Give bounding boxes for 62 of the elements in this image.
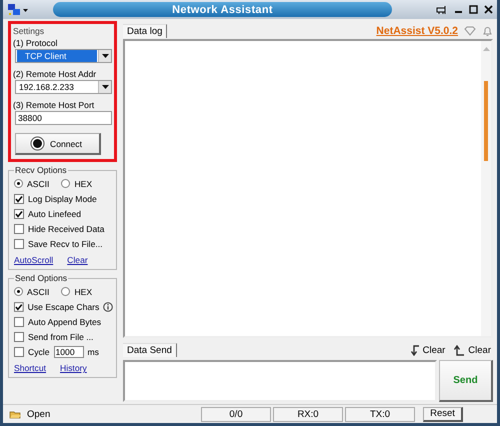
radio-label: ASCII	[27, 178, 50, 188]
checkbox[interactable]	[14, 194, 24, 204]
info-icon	[103, 302, 113, 312]
pin-icon[interactable]	[436, 4, 448, 14]
protocol-dropdown[interactable]: TCP Client	[15, 49, 112, 63]
checkbox-label: Use Escape Chars	[28, 302, 100, 312]
status-cell: 0/0	[201, 406, 271, 422]
radio-button[interactable]	[14, 287, 23, 296]
group-title: Recv Options	[14, 165, 68, 175]
group-title: Settings	[13, 26, 46, 36]
radio-label: ASCII	[27, 286, 50, 296]
status-text: Open	[27, 408, 50, 420]
interval-field[interactable]: 1000	[54, 346, 84, 358]
send-input-area[interactable]	[123, 360, 437, 402]
checkbox-label: Hide Received Data	[28, 224, 104, 234]
link[interactable]: AutoScroll	[14, 255, 54, 265]
checkbox-label: Auto Linefeed	[28, 208, 82, 218]
radio-button[interactable]	[61, 287, 70, 296]
tab[interactable]: Data Send	[123, 343, 177, 357]
link[interactable]: History	[60, 363, 87, 373]
reset-button[interactable]: Reset	[423, 406, 463, 422]
checkbox[interactable]	[14, 208, 24, 218]
field-label: (2) Remote Host Addr	[13, 69, 98, 79]
radio-button[interactable]	[61, 179, 70, 188]
link[interactable]: Shortcut	[14, 363, 46, 373]
radio-label: HEX	[74, 286, 92, 296]
host-dropdown[interactable]: 192.168.2.233	[15, 80, 112, 94]
up-arrow-icon	[453, 344, 466, 356]
connect-button[interactable]: Connect	[15, 133, 101, 155]
checkbox[interactable]	[14, 224, 24, 234]
checkbox-label: Log Display Mode	[28, 194, 97, 204]
radio-button[interactable]	[14, 179, 23, 188]
status-cell: RX:0	[273, 406, 343, 422]
close-icon[interactable]	[484, 5, 493, 14]
checkbox[interactable]	[14, 346, 24, 356]
dropdown-arrow-icon[interactable]	[102, 54, 108, 58]
clear-button[interactable]: Clear	[408, 344, 448, 356]
down-arrow-icon	[410, 344, 420, 356]
checkbox-label: Save Recv to File...	[28, 238, 103, 248]
group-title: Send Options	[14, 273, 68, 283]
clear-button[interactable]: Clear	[451, 344, 493, 356]
send-button[interactable]: Send	[439, 360, 493, 402]
checkbox-label: Auto Append Bytes	[28, 316, 102, 326]
field-label: (1) Protocol	[13, 38, 58, 48]
dropdown-arrow-icon[interactable]	[102, 85, 108, 89]
checkbox[interactable]	[14, 302, 24, 312]
status-cell: TX:0	[345, 406, 415, 422]
radio-label: HEX	[74, 178, 92, 188]
port-field[interactable]: 38800	[15, 111, 112, 125]
folder-icon[interactable]	[9, 409, 21, 419]
tab[interactable]: Data log	[123, 24, 168, 38]
checkbox[interactable]	[14, 238, 24, 248]
maximize-icon[interactable]	[469, 5, 478, 14]
checkbox[interactable]	[14, 316, 24, 326]
checkbox[interactable]	[14, 332, 24, 342]
unit-label: ms	[88, 346, 99, 356]
link[interactable]: Clear	[67, 255, 88, 265]
window-title: Network Assistant	[172, 4, 273, 16]
checkbox-label: Cycle	[28, 346, 50, 356]
field-label: (3) Remote Host Port	[13, 100, 96, 110]
checkbox-label: Send from File ...	[28, 332, 94, 342]
app-menu-icon[interactable]	[7, 2, 29, 16]
